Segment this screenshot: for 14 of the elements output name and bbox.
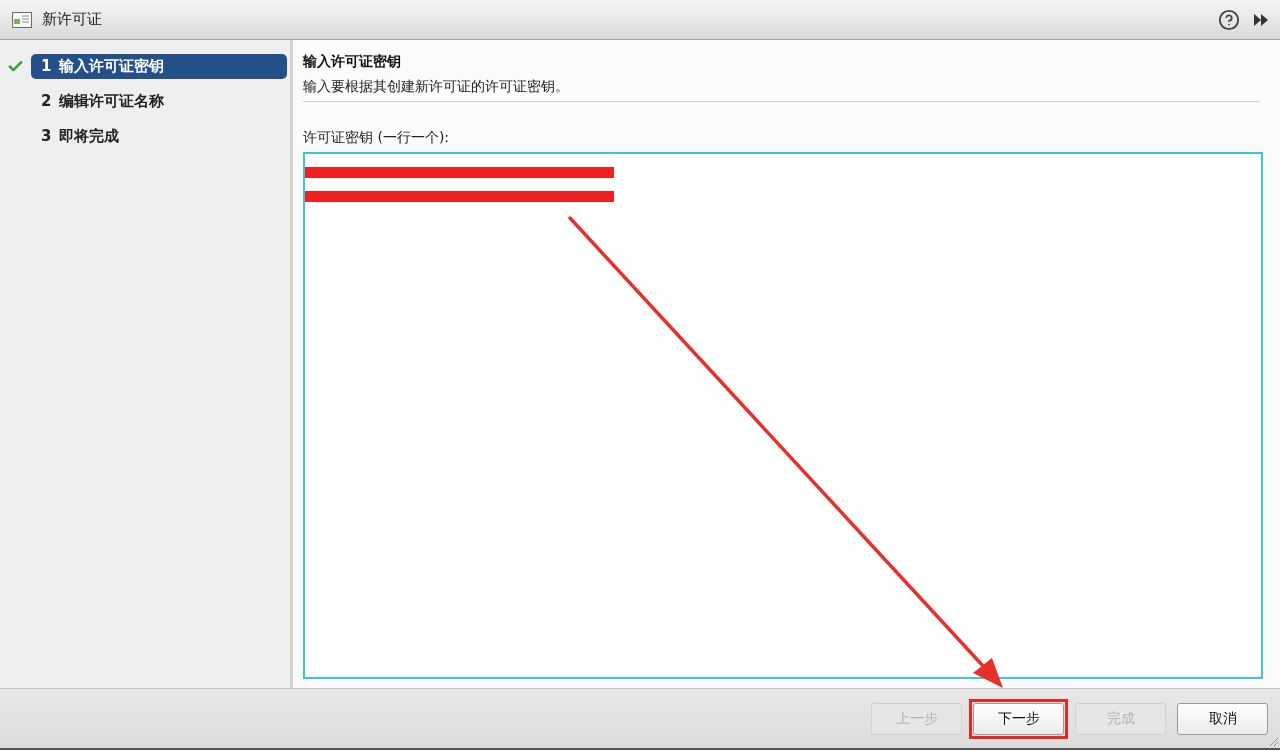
certificate-icon [12,11,32,28]
step-item[interactable]: 1 输入许可证密钥 [31,54,287,79]
help-icon[interactable] [1218,8,1240,31]
step-item[interactable]: 3 即将完成 [31,124,287,149]
page-heading: 输入许可证密钥 [303,52,402,70]
step-item[interactable]: 2 编辑许可证名称 [31,89,287,114]
double-chevron-icon[interactable] [1254,13,1268,26]
wizard-button[interactable]: 下一步 [973,702,1064,735]
resize-grip-icon [1270,738,1278,746]
license-key-field[interactable] [303,152,1263,679]
field-label: 许可证密钥 (一行一个): [303,128,451,146]
page-description: 输入要根据其创建新许可证的许可证密钥。 [303,77,570,95]
wizard-button[interactable]: 取消 [1177,702,1268,735]
window-title: 新许可证 [42,9,102,31]
